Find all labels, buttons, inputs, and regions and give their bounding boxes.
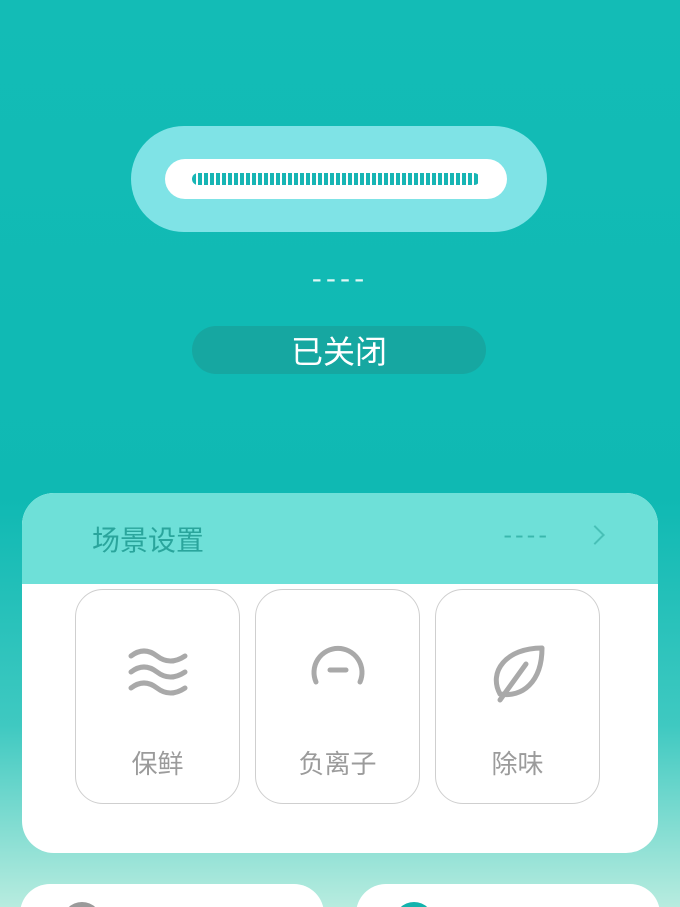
device-visual [131, 126, 547, 232]
scene-settings-status: ---- [503, 521, 550, 549]
mode-button-negative-ion[interactable]: 负离子 [255, 589, 420, 804]
negative-ion-icon [256, 642, 419, 700]
mode-button-deodorize[interactable]: 除味 [435, 589, 600, 804]
status-dot-icon [62, 902, 102, 907]
scene-settings-title: 场景设置 [92, 524, 205, 557]
device-vent [165, 159, 507, 199]
mode-label: 负离子 [298, 750, 377, 780]
bottom-card-right[interactable] [356, 884, 660, 907]
leaf-icon [436, 642, 599, 704]
chevron-right-icon [585, 525, 605, 545]
device-value-text: ---- [311, 262, 369, 295]
vent-slots-icon [192, 173, 480, 185]
mode-button-fresh[interactable]: 保鲜 [75, 589, 240, 804]
waves-icon [76, 642, 239, 700]
power-status-button[interactable]: 已关闭 [192, 326, 486, 374]
scene-mode-list: 保鲜 负离子 除味 [75, 589, 600, 804]
status-dot-icon [394, 902, 434, 907]
mode-label: 保鲜 [131, 750, 184, 780]
mode-label: 除味 [491, 750, 544, 780]
bottom-card-left[interactable] [20, 884, 324, 907]
scene-settings-card: 场景设置 ---- 保鲜 负离子 除味 [22, 493, 658, 853]
scene-settings-header[interactable]: 场景设置 ---- [22, 493, 658, 584]
